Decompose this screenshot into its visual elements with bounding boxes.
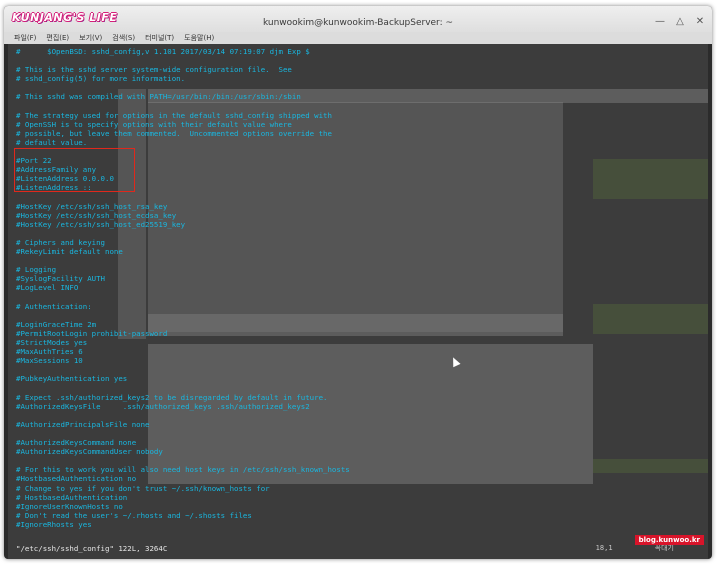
code-line: # Logging [16, 265, 57, 275]
code-line: #MaxAuthTries 6 [16, 347, 83, 357]
minimize-icon[interactable]: — [654, 16, 666, 28]
code-line: # This is the sshd server system-wide co… [16, 65, 292, 75]
code-line: #AuthorizedKeysCommandUser nobody [16, 447, 163, 457]
code-line: #LogLevel INFO [16, 283, 79, 293]
code-line: #LoginGraceTime 2m [16, 319, 97, 329]
code-line: #HostKey /etc/ssh/ssh_host_rsa_key [16, 201, 168, 211]
terminal-content[interactable]: # $OpenBSD: sshd_config,v 1.101 2017/03/… [8, 44, 708, 559]
menu-search[interactable]: 검색(S) [112, 32, 135, 44]
code-line: # For this to work you will also need ho… [16, 465, 350, 475]
code-line: #SyslogFacility AUTH [16, 274, 105, 284]
code-line: #AuthorizedKeysCommand none [16, 438, 137, 448]
code-line: #HostKey /etc/ssh/ssh_host_ecdsa_key [16, 210, 177, 220]
vim-status-line: "/etc/ssh/sshd_config" 122L, 3264C [16, 544, 168, 553]
menu-edit[interactable]: 편집(E) [46, 32, 69, 44]
highlight-box [14, 148, 135, 192]
menu-view[interactable]: 보기(V) [79, 32, 102, 44]
code-line: #HostKey /etc/ssh/ssh_host_ed25519_key [16, 219, 186, 229]
menu-terminal[interactable]: 터미널(T) [145, 32, 174, 44]
code-line: #PubkeyAuthentication yes [16, 374, 128, 384]
code-line: # Ciphers and keying [16, 237, 105, 247]
background-side-panel [593, 459, 708, 473]
code-line: # Authentication: [16, 301, 92, 311]
code-line: # Change to yes if you don't trust ~/.ss… [16, 483, 270, 493]
code-line: # Expect .ssh/authorized_keys2 to be dis… [16, 392, 328, 402]
terminal-window: KUNJANG'S LIFE kunwookim@kunwookim-Backu… [4, 6, 712, 559]
code-line: #StrictModes yes [16, 338, 88, 347]
code-line: #IgnoreRhosts yes [16, 519, 92, 529]
code-line: # This sshd was compiled with PATH=/usr/… [16, 92, 301, 102]
code-line: # The strategy used for options in the d… [16, 110, 332, 120]
menu-file[interactable]: 파일(F) [14, 32, 36, 44]
menu-bar: 파일(F) 편집(E) 보기(V) 검색(S) 터미널(T) 도움말(H) [4, 32, 712, 44]
code-line: # OpenSSH is to specify options with the… [16, 119, 292, 129]
code-line: #MaxSessions 10 [16, 356, 83, 366]
watermark: blog.kunwoo.kr [634, 535, 704, 545]
code-line: #AuthorizedPrincipalsFile none [16, 419, 150, 429]
code-line: # Don't read the user's ~/.rhosts and ~/… [16, 510, 252, 520]
code-line: #PermitRootLogin prohibit-password [16, 328, 168, 338]
code-line: # sshd_config(5) for more information. [16, 74, 186, 84]
maximize-icon[interactable]: △ [674, 16, 686, 28]
window-title: kunwookim@kunwookim-BackupServer: ~ [262, 18, 454, 28]
code-line: # HostbasedAuthentication [16, 492, 128, 502]
code-line: #AuthorizedKeysFile .ssh/authorized_keys… [16, 401, 310, 411]
code-line: #HostbasedAuthentication no [16, 474, 137, 484]
code-line: # possible, but leave them commented. Un… [16, 128, 332, 138]
code-line: # $OpenBSD: sshd_config,v 1.101 2017/03/… [16, 47, 310, 56]
file-content: # $OpenBSD: sshd_config,v 1.101 2017/03/… [16, 47, 350, 529]
code-line: #RekeyLimit default none [16, 247, 123, 257]
code-line: # default value. [16, 137, 88, 147]
close-icon[interactable]: ✕ [694, 16, 706, 28]
menu-help[interactable]: 도움말(H) [184, 32, 214, 44]
background-side-panel [593, 159, 708, 199]
background-side-panel [593, 304, 708, 334]
code-line: #IgnoreUserKnownHosts no [16, 501, 123, 511]
